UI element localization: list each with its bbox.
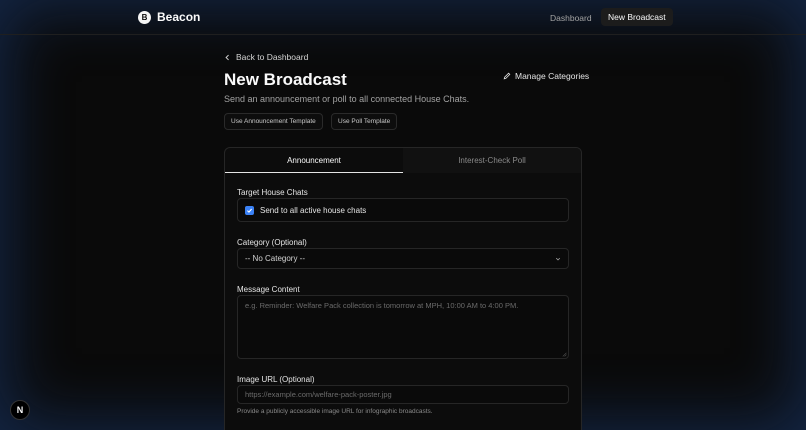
page-subtitle: Send an announcement or poll to all conn… xyxy=(224,94,470,104)
nav-dashboard-link[interactable]: Dashboard xyxy=(544,9,598,26)
broadcast-type-tabs: Announcement Interest-Check Poll xyxy=(225,148,581,173)
send-to-all-label: Send to all active house chats xyxy=(260,205,367,215)
category-select[interactable]: -- No Category -- xyxy=(237,248,569,269)
page-title: New Broadcast xyxy=(224,70,347,89)
chevron-down-icon xyxy=(555,257,561,260)
message-content-label: Message Content xyxy=(237,285,300,294)
message-placeholder: e.g. Reminder: Welfare Pack collection i… xyxy=(245,301,519,310)
framework-badge[interactable]: N xyxy=(10,400,30,420)
use-announcement-template-button[interactable]: Use Announcement Template xyxy=(224,113,323,130)
image-url-input[interactable]: https://example.com/welfare-pack-poster.… xyxy=(237,385,569,404)
category-selected-value: -- No Category -- xyxy=(245,254,306,263)
send-to-all-checkbox[interactable] xyxy=(245,205,254,215)
back-link-label: Back to Dashboard xyxy=(236,52,309,62)
nav-new-broadcast-link[interactable]: New Broadcast xyxy=(601,8,673,26)
chevron-left-icon xyxy=(225,54,229,60)
brand-name: Beacon xyxy=(157,10,201,24)
brand[interactable]: B Beacon xyxy=(138,10,200,24)
image-url-placeholder: https://example.com/welfare-pack-poster.… xyxy=(245,390,392,399)
use-poll-template-button[interactable]: Use Poll Template xyxy=(331,113,398,130)
image-url-hint: Provide a publicly accessible image URL … xyxy=(237,408,433,415)
tab-announcement[interactable]: Announcement xyxy=(225,148,403,173)
send-to-all-field[interactable]: Send to all active house chats xyxy=(237,198,569,222)
check-icon xyxy=(247,208,253,213)
category-label: Category (Optional) xyxy=(237,238,307,247)
tab-interest-check-poll[interactable]: Interest-Check Poll xyxy=(403,148,581,173)
top-navigation-bar: B Beacon Dashboard New Broadcast xyxy=(0,0,806,35)
brand-logo-icon: B xyxy=(138,10,151,24)
image-url-label: Image URL (Optional) xyxy=(237,375,315,384)
pencil-icon xyxy=(503,72,511,80)
manage-categories-label: Manage Categories xyxy=(515,71,590,81)
broadcast-form-card: Announcement Interest-Check Poll Target … xyxy=(224,147,582,430)
resize-grip-icon[interactable] xyxy=(561,351,567,357)
target-house-chats-label: Target House Chats xyxy=(237,188,308,197)
back-to-dashboard-link[interactable]: Back to Dashboard xyxy=(224,52,308,62)
message-content-textarea[interactable]: e.g. Reminder: Welfare Pack collection i… xyxy=(237,295,569,359)
manage-categories-button[interactable]: Manage Categories xyxy=(503,71,589,81)
